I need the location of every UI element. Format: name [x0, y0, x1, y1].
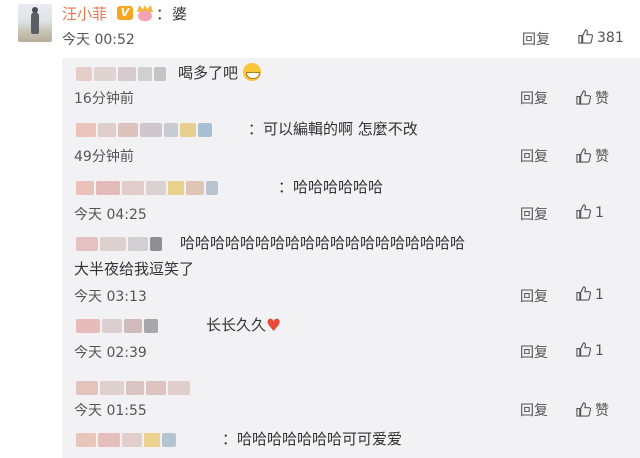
reply-item: ：哈哈哈哈哈哈 今天 04:25 回复 1 — [62, 174, 640, 228]
heart-emoji-icon: ♥ — [266, 316, 282, 336]
blurred-username — [76, 122, 212, 138]
blurred-username — [76, 66, 166, 82]
reply-button[interactable]: 回复 — [522, 29, 550, 49]
reply-button[interactable]: 回复 — [520, 400, 548, 420]
thumbs-up-icon — [576, 148, 591, 163]
reply-time: 今天 01:55 — [74, 403, 147, 419]
reply-button[interactable]: 回复 — [520, 204, 548, 224]
thumbs-up-icon — [576, 286, 591, 301]
reply-button[interactable]: 回复 — [520, 342, 548, 362]
reply-text: 喝多了吧 — [178, 60, 261, 87]
reply-item: 哈哈哈哈哈哈哈哈哈哈哈哈哈哈哈哈哈哈哈 大半夜给我逗笑了 今天 03:13 回复… — [62, 228, 640, 312]
like-button[interactable]: 赞 — [576, 88, 609, 108]
like-button[interactable]: 1 — [576, 286, 604, 303]
thumbs-up-icon — [578, 29, 593, 44]
like-button[interactable]: 赞 — [576, 400, 609, 420]
reply-item: 喝多了吧 16分钟前 回复 赞 — [62, 58, 640, 116]
thumbs-up-icon — [576, 342, 591, 357]
like-label: 赞 — [595, 403, 609, 419]
blurred-username — [76, 380, 190, 396]
reply-time: 16分钟前 — [74, 91, 134, 107]
thumbs-up-icon — [576, 402, 591, 417]
like-count: 381 — [597, 30, 624, 46]
grin-emoji-icon — [242, 63, 261, 81]
comment-colon: ： — [156, 5, 172, 23]
vip-crown-icon — [136, 5, 154, 21]
blurred-username — [76, 180, 218, 196]
reply-text: ：哈哈哈哈哈哈哈可可爱爱 — [222, 430, 403, 448]
reply-button[interactable]: 回复 — [520, 286, 548, 306]
username[interactable]: 汪小菲 — [62, 3, 107, 24]
verified-icon: V — [117, 6, 133, 20]
like-button[interactable]: 381 — [578, 29, 624, 46]
reply-text: ：哈哈哈哈哈哈 — [278, 178, 384, 196]
reply-item: ：哈哈哈哈哈哈哈可可爱爱 — [62, 424, 640, 458]
like-label: 赞 — [595, 91, 609, 107]
reply-item: 今天 01:55 回复 赞 — [62, 368, 640, 424]
reply-time: 今天 02:39 — [74, 345, 147, 361]
reply-text-line1: 哈哈哈哈哈哈哈哈哈哈哈哈哈哈哈哈哈哈哈 — [180, 234, 466, 252]
avatar[interactable] — [18, 4, 52, 42]
thumbs-up-icon — [576, 204, 591, 219]
like-label: 1 — [595, 287, 604, 303]
reply-item: 长长久久♥ 今天 02:39 回复 1 — [62, 312, 640, 368]
like-label: 1 — [595, 205, 604, 221]
reply-button[interactable]: 回复 — [520, 146, 548, 166]
avatar-figure-body — [31, 12, 39, 34]
reply-text: 长长久久♥ — [206, 312, 281, 340]
reply-time: 今天 04:25 — [74, 207, 147, 223]
thumbs-up-icon — [576, 90, 591, 105]
reply-item: ：可以編輯的啊 怎麼不改 49分钟前 回复 赞 — [62, 116, 640, 174]
replies-panel: 喝多了吧 16分钟前 回复 赞 ：可以編輯的啊 怎麼不改 49分钟前 回复 赞 … — [62, 58, 640, 458]
like-button[interactable]: 1 — [576, 342, 604, 359]
reply-text-line2: 大半夜给我逗笑了 — [74, 260, 195, 278]
comment-text: 婆 — [172, 5, 188, 23]
comment-time: 今天 00:52 — [62, 32, 135, 48]
blurred-username — [76, 432, 176, 448]
main-comment: 汪小菲 V ： 婆 今天 00:52 回复 381 — [0, 0, 640, 58]
reply-time: 49分钟前 — [74, 149, 134, 165]
reply-text: ：可以編輯的啊 怎麼不改 — [248, 120, 418, 138]
blurred-username — [76, 318, 158, 334]
like-label: 1 — [595, 343, 604, 359]
like-button[interactable]: 1 — [576, 204, 604, 221]
reply-time: 今天 03:13 — [74, 289, 147, 305]
like-button[interactable]: 赞 — [576, 146, 609, 166]
like-label: 赞 — [595, 149, 609, 165]
reply-button[interactable]: 回复 — [520, 88, 548, 108]
blurred-username — [76, 236, 162, 252]
